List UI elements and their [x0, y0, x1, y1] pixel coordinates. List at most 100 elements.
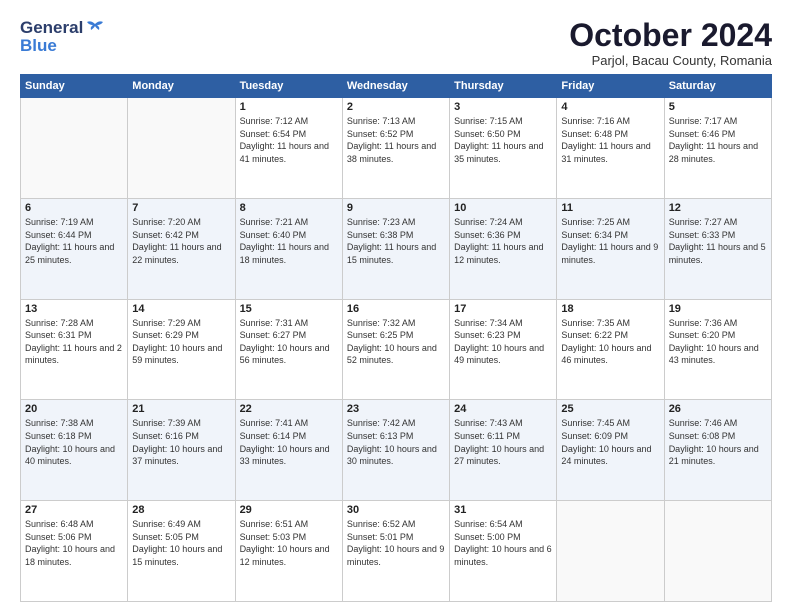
- table-row: 19Sunrise: 7:36 AM Sunset: 6:20 PM Dayli…: [664, 299, 771, 400]
- table-row: 6 Sunrise: 7:19 AM Sunset: 6:44 PM Daylig…: [21, 198, 128, 299]
- day-info: Sunrise: 7:13 AM Sunset: 6:52 PM Dayligh…: [347, 115, 445, 165]
- calendar-header-row: Sunday Monday Tuesday Wednesday Thursday…: [21, 75, 772, 98]
- day-info: Sunrise: 7:25 AM Sunset: 6:34 PM Dayligh…: [561, 216, 659, 266]
- table-row: [21, 98, 128, 199]
- day-number: 30: [347, 504, 445, 516]
- table-row: 26 Sunrise: 7:46 AM Sunset: 6:08 PM Dayli…: [664, 400, 771, 501]
- day-info: Sunrise: 7:28 AM Sunset: 6:31 PM Dayligh…: [25, 317, 123, 367]
- day-number: 4: [561, 101, 659, 113]
- table-row: 7 Sunrise: 7:20 AM Sunset: 6:42 PM Daylig…: [128, 198, 235, 299]
- table-row: 20Sunrise: 7:38 AM Sunset: 6:18 PM Dayli…: [21, 400, 128, 501]
- col-wednesday: Wednesday: [342, 75, 449, 98]
- table-row: 2 Sunrise: 7:13 AM Sunset: 6:52 PM Daylig…: [342, 98, 449, 199]
- table-row: 23Sunrise: 7:42 AM Sunset: 6:13 PM Dayli…: [342, 400, 449, 501]
- col-saturday: Saturday: [664, 75, 771, 98]
- table-row: 30 Sunrise: 6:52 AM Sunset: 5:01 PM Dayli…: [342, 501, 449, 602]
- table-row: [664, 501, 771, 602]
- table-row: 13 Sunrise: 7:28 AM Sunset: 6:31 PM Dayli…: [21, 299, 128, 400]
- day-info: Sunrise: 7:43 AM Sunset: 6:11 PM Dayligh…: [454, 417, 552, 467]
- day-number: 3: [454, 101, 552, 113]
- table-row: 14 Sunrise: 7:29 AM Sunset: 6:29 PM Dayli…: [128, 299, 235, 400]
- month-title: October 2024: [569, 18, 772, 53]
- day-info: Sunrise: 7:21 AM Sunset: 6:40 PM Dayligh…: [240, 216, 338, 266]
- day-number: 19: [669, 303, 767, 315]
- calendar-week-row: 6 Sunrise: 7:19 AM Sunset: 6:44 PM Daylig…: [21, 198, 772, 299]
- table-row: 4 Sunrise: 7:16 AM Sunset: 6:48 PM Daylig…: [557, 98, 664, 199]
- day-number: 29: [240, 504, 338, 516]
- day-number: 9: [347, 202, 445, 214]
- table-row: 22Sunrise: 7:41 AM Sunset: 6:14 PM Dayli…: [235, 400, 342, 501]
- logo-blue: Blue: [20, 36, 105, 56]
- col-thursday: Thursday: [450, 75, 557, 98]
- day-number: 27: [25, 504, 123, 516]
- day-info: Sunrise: 7:16 AM Sunset: 6:48 PM Dayligh…: [561, 115, 659, 165]
- day-info: Sunrise: 7:23 AM Sunset: 6:38 PM Dayligh…: [347, 216, 445, 266]
- logo-bird-icon: [85, 20, 105, 36]
- calendar-week-row: 1 Sunrise: 7:12 AM Sunset: 6:54 PM Daylig…: [21, 98, 772, 199]
- table-row: 17 Sunrise: 7:34 AM Sunset: 6:23 PM Dayli…: [450, 299, 557, 400]
- day-info: Sunrise: 7:17 AM Sunset: 6:46 PM Dayligh…: [669, 115, 767, 165]
- table-row: 3Sunrise: 7:15 AM Sunset: 6:50 PM Daylig…: [450, 98, 557, 199]
- day-info: Sunrise: 6:49 AM Sunset: 5:05 PM Dayligh…: [132, 518, 230, 568]
- table-row: 12 Sunrise: 7:27 AM Sunset: 6:33 PM Dayli…: [664, 198, 771, 299]
- day-info: Sunrise: 7:29 AM Sunset: 6:29 PM Dayligh…: [132, 317, 230, 367]
- day-number: 2: [347, 101, 445, 113]
- day-number: 7: [132, 202, 230, 214]
- day-info: Sunrise: 7:12 AM Sunset: 6:54 PM Dayligh…: [240, 115, 338, 165]
- table-row: 18 Sunrise: 7:35 AM Sunset: 6:22 PM Dayli…: [557, 299, 664, 400]
- calendar-week-row: 13 Sunrise: 7:28 AM Sunset: 6:31 PM Dayli…: [21, 299, 772, 400]
- day-number: 14: [132, 303, 230, 315]
- col-sunday: Sunday: [21, 75, 128, 98]
- day-number: 25: [561, 403, 659, 415]
- day-number: 24: [454, 403, 552, 415]
- header: General Blue October 2024 Parjol, Bacau …: [20, 18, 772, 68]
- table-row: 24 Sunrise: 7:43 AM Sunset: 6:11 PM Dayli…: [450, 400, 557, 501]
- day-number: 28: [132, 504, 230, 516]
- day-info: Sunrise: 7:38 AM Sunset: 6:18 PM Dayligh…: [25, 417, 123, 467]
- day-info: Sunrise: 7:31 AM Sunset: 6:27 PM Dayligh…: [240, 317, 338, 367]
- day-info: Sunrise: 6:51 AM Sunset: 5:03 PM Dayligh…: [240, 518, 338, 568]
- table-row: 9 Sunrise: 7:23 AM Sunset: 6:38 PM Daylig…: [342, 198, 449, 299]
- table-row: [128, 98, 235, 199]
- day-number: 26: [669, 403, 767, 415]
- col-friday: Friday: [557, 75, 664, 98]
- day-info: Sunrise: 7:32 AM Sunset: 6:25 PM Dayligh…: [347, 317, 445, 367]
- day-number: 12: [669, 202, 767, 214]
- title-block: October 2024 Parjol, Bacau County, Roman…: [569, 18, 772, 68]
- day-number: 23: [347, 403, 445, 415]
- table-row: 28 Sunrise: 6:49 AM Sunset: 5:05 PM Dayli…: [128, 501, 235, 602]
- table-row: 25Sunrise: 7:45 AM Sunset: 6:09 PM Dayli…: [557, 400, 664, 501]
- day-number: 15: [240, 303, 338, 315]
- calendar-table: Sunday Monday Tuesday Wednesday Thursday…: [20, 74, 772, 602]
- col-monday: Monday: [128, 75, 235, 98]
- table-row: 29 Sunrise: 6:51 AM Sunset: 5:03 PM Dayli…: [235, 501, 342, 602]
- day-info: Sunrise: 6:54 AM Sunset: 5:00 PM Dayligh…: [454, 518, 552, 568]
- table-row: 5 Sunrise: 7:17 AM Sunset: 6:46 PM Daylig…: [664, 98, 771, 199]
- day-number: 17: [454, 303, 552, 315]
- day-number: 11: [561, 202, 659, 214]
- day-info: Sunrise: 7:19 AM Sunset: 6:44 PM Dayligh…: [25, 216, 123, 266]
- day-info: Sunrise: 6:52 AM Sunset: 5:01 PM Dayligh…: [347, 518, 445, 568]
- table-row: 21 Sunrise: 7:39 AM Sunset: 6:16 PM Dayli…: [128, 400, 235, 501]
- day-number: 6: [25, 202, 123, 214]
- day-info: Sunrise: 7:34 AM Sunset: 6:23 PM Dayligh…: [454, 317, 552, 367]
- day-info: Sunrise: 7:20 AM Sunset: 6:42 PM Dayligh…: [132, 216, 230, 266]
- day-number: 18: [561, 303, 659, 315]
- day-number: 5: [669, 101, 767, 113]
- day-info: Sunrise: 7:35 AM Sunset: 6:22 PM Dayligh…: [561, 317, 659, 367]
- day-info: Sunrise: 7:24 AM Sunset: 6:36 PM Dayligh…: [454, 216, 552, 266]
- table-row: 27Sunrise: 6:48 AM Sunset: 5:06 PM Dayli…: [21, 501, 128, 602]
- calendar-week-row: 20Sunrise: 7:38 AM Sunset: 6:18 PM Dayli…: [21, 400, 772, 501]
- table-row: 11 Sunrise: 7:25 AM Sunset: 6:34 PM Dayli…: [557, 198, 664, 299]
- day-number: 1: [240, 101, 338, 113]
- location-subtitle: Parjol, Bacau County, Romania: [569, 53, 772, 68]
- page: General Blue October 2024 Parjol, Bacau …: [0, 0, 792, 612]
- logo: General Blue: [20, 18, 105, 55]
- table-row: 16Sunrise: 7:32 AM Sunset: 6:25 PM Dayli…: [342, 299, 449, 400]
- day-number: 13: [25, 303, 123, 315]
- day-info: Sunrise: 7:46 AM Sunset: 6:08 PM Dayligh…: [669, 417, 767, 467]
- day-number: 21: [132, 403, 230, 415]
- day-info: Sunrise: 7:27 AM Sunset: 6:33 PM Dayligh…: [669, 216, 767, 266]
- day-info: Sunrise: 7:39 AM Sunset: 6:16 PM Dayligh…: [132, 417, 230, 467]
- table-row: 15 Sunrise: 7:31 AM Sunset: 6:27 PM Dayli…: [235, 299, 342, 400]
